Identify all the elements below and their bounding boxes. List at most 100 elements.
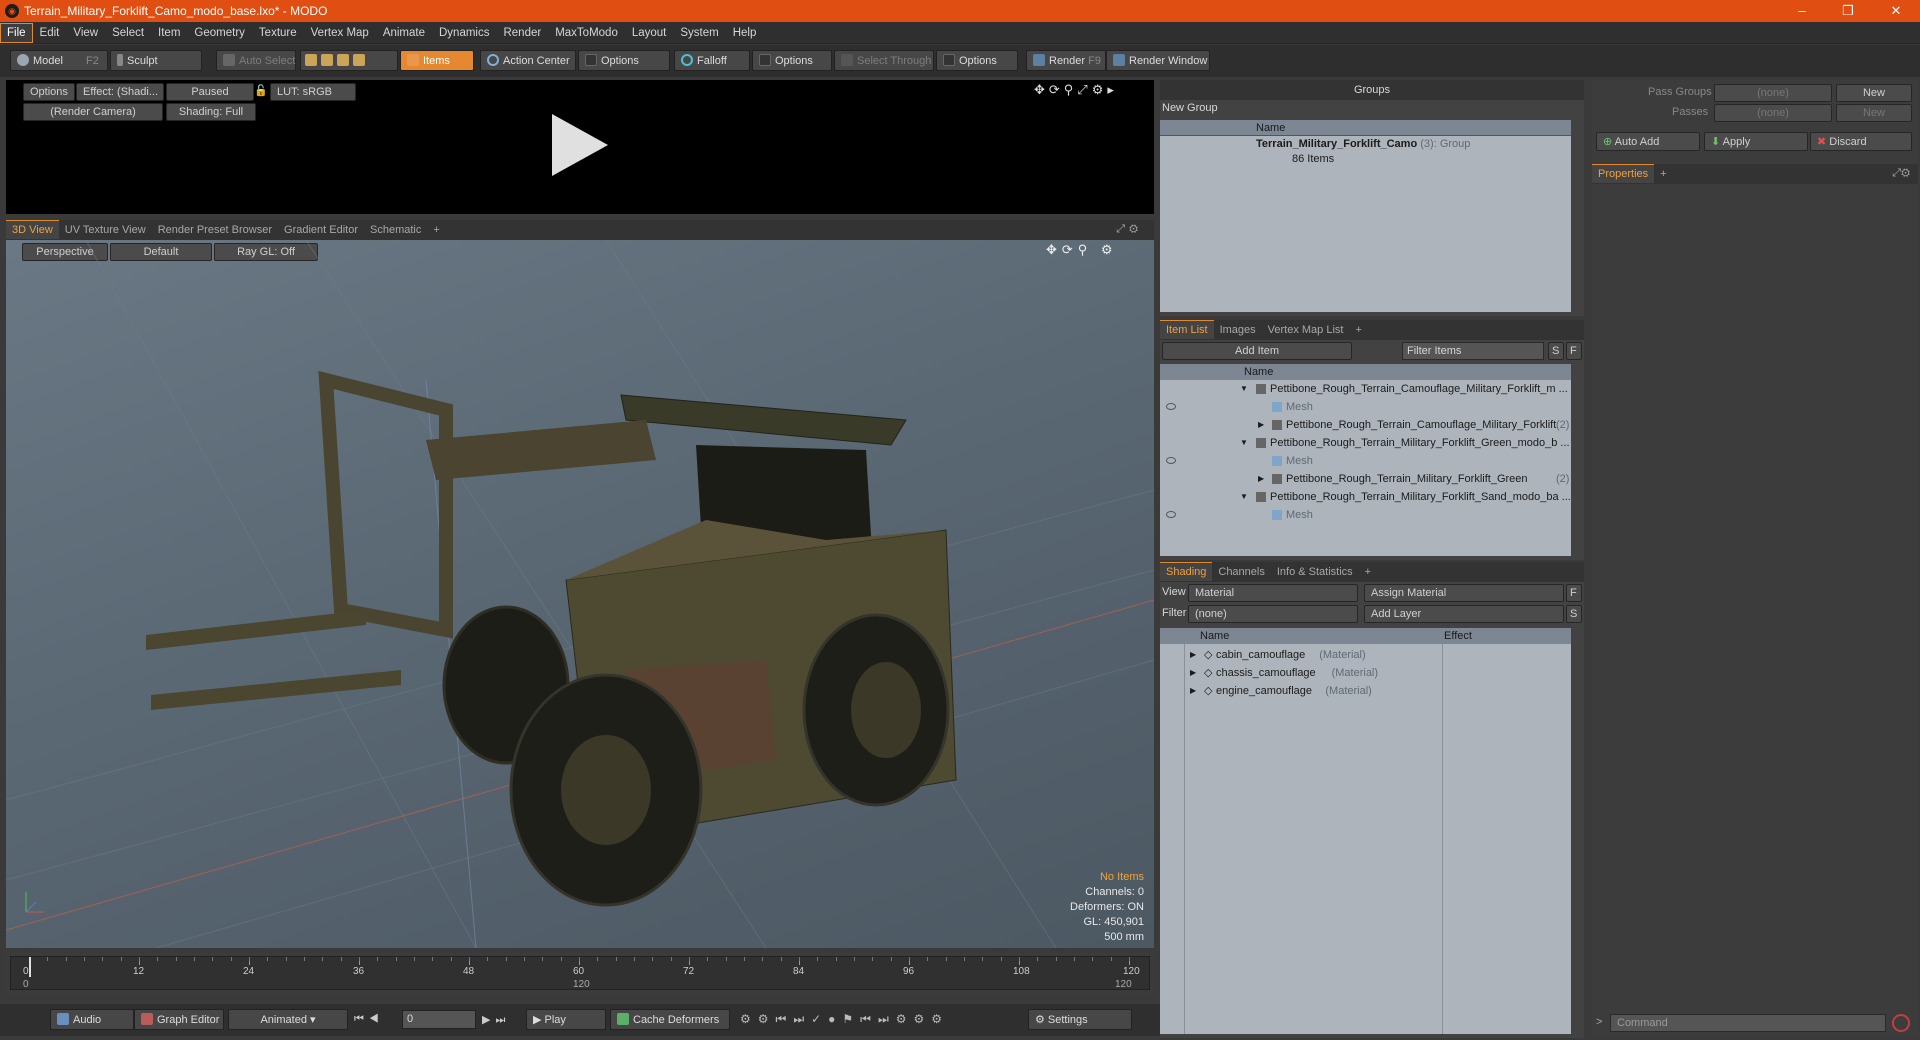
render-camera-dropdown[interactable]: (Render Camera) (23, 103, 163, 121)
menu-file[interactable]: File (0, 23, 33, 43)
visibility-eye-icon[interactable] (1166, 457, 1176, 464)
list-item[interactable]: Mesh (1160, 452, 1571, 470)
expand-arrow-icon[interactable]: ▶ (1190, 664, 1196, 682)
add-item-dropdown[interactable]: Add Item (1162, 342, 1352, 360)
item-tab-0[interactable]: Item List (1160, 320, 1214, 339)
animated-dropdown[interactable]: Animated ▾ (228, 1009, 348, 1030)
preview-options-button[interactable]: Options (23, 83, 75, 101)
select-through-options-button[interactable]: Options (936, 50, 1018, 71)
preview-nav-icons[interactable]: ✥⟳⚲⤢⚙▸ (1034, 82, 1118, 98)
tab-properties[interactable]: Properties (1592, 164, 1655, 183)
shading-s-button[interactable]: S (1566, 605, 1582, 623)
item-list-f-button[interactable]: F (1566, 342, 1582, 360)
falloff-button[interactable]: Falloff (674, 50, 750, 71)
select-through-button[interactable]: Select Through (834, 50, 934, 71)
expand-arrow-icon[interactable]: ▶ (1190, 682, 1196, 700)
timeline[interactable]: 0 12 24 36 48 60 72 84 96 108 120 0 120 120 (6, 952, 1154, 996)
minimize-button[interactable]: – (1780, 0, 1824, 22)
list-item[interactable]: ▼ Pettibone_Rough_Terrain_Military_Forkli… (1160, 434, 1571, 452)
graph-editor-button[interactable]: Graph Editor (134, 1009, 224, 1030)
passes-dropdown[interactable]: (none) (1714, 104, 1832, 122)
shading-tab-0[interactable]: Shading (1160, 562, 1213, 581)
material-row[interactable]: ▶ ◇ engine_camouflage (Material) (1160, 682, 1571, 700)
filter-items-input[interactable]: Filter Items (1402, 342, 1544, 360)
view-dropdown[interactable]: Material (1188, 584, 1358, 602)
tab-3d-view[interactable]: 3D View (6, 220, 59, 239)
tab-[interactable]: + (427, 221, 445, 239)
preview-paused-button[interactable]: Paused (166, 83, 254, 101)
action-center-button[interactable]: Action Center (480, 50, 576, 71)
model-mode-button[interactable]: Model F2 (10, 50, 108, 71)
tab-render-preset-browser[interactable]: Render Preset Browser (152, 221, 278, 239)
visibility-eye-icon[interactable] (1166, 403, 1176, 410)
tab-uv-texture-view[interactable]: UV Texture View (59, 221, 152, 239)
expand-arrow-icon[interactable]: ▼ (1240, 380, 1248, 398)
menu-texture[interactable]: Texture (252, 23, 304, 43)
list-item[interactable]: ▶ Pettibone_Rough_Terrain_Camouflage_Mili… (1160, 416, 1571, 434)
expand-arrow-icon[interactable]: ▼ (1240, 434, 1248, 452)
new-group-button[interactable]: New Group (1160, 102, 1220, 114)
record-icon[interactable] (1892, 1014, 1910, 1032)
playhead[interactable] (29, 957, 31, 977)
shading-f-button[interactable]: F (1566, 584, 1582, 602)
list-item[interactable]: ▶ Pettibone_Rough_Terrain_Military_Forkli… (1160, 470, 1571, 488)
apply-button[interactable]: ⬇ Apply (1704, 132, 1808, 151)
shading-tab-2[interactable]: Info & Statistics (1271, 563, 1359, 581)
menu-layout[interactable]: Layout (625, 23, 674, 43)
pass-groups-dropdown[interactable]: (none) (1714, 84, 1832, 102)
menu-maxtomodo[interactable]: MaxToModo (548, 23, 625, 43)
3d-viewport[interactable]: Perspective Default Ray GL: Off ✥⟳⚲ ⚙ No… (6, 240, 1154, 948)
list-item[interactable]: ▼ Pettibone_Rough_Terrain_Military_Forkli… (1160, 488, 1571, 506)
menu-item[interactable]: Item (151, 23, 187, 43)
menu-edit[interactable]: Edit (33, 23, 67, 43)
group-row[interactable]: Terrain_Military_Forklift_Camo (3): Grou… (1256, 138, 1470, 150)
expand-arrow-icon[interactable]: ▶ (1258, 470, 1264, 488)
auto-select-button[interactable]: Auto Select (216, 50, 296, 71)
render-button[interactable]: Render F9 (1026, 50, 1106, 71)
audio-button[interactable]: Audio (50, 1009, 134, 1030)
tab-schematic[interactable]: Schematic (364, 221, 427, 239)
play-button[interactable]: ▶ Play (526, 1009, 606, 1030)
falloff-options-button[interactable]: Options (752, 50, 832, 71)
menu-vertex-map[interactable]: Vertex Map (304, 23, 376, 43)
sculpt-mode-button[interactable]: Sculpt (110, 50, 202, 71)
add-tab-button[interactable]: + (1654, 165, 1672, 183)
visibility-eye-icon[interactable] (1166, 511, 1176, 518)
auto-add-button[interactable]: ⊕ Auto Add (1596, 132, 1700, 151)
properties-expand-icon[interactable]: ⤢⚙ (1892, 167, 1910, 180)
discard-button[interactable]: ✖ Discard (1810, 132, 1912, 151)
menu-geometry[interactable]: Geometry (187, 23, 252, 43)
selection-mode-group[interactable] (300, 50, 398, 71)
expand-arrow-icon[interactable]: ▼ (1240, 488, 1248, 506)
item-list-s-button[interactable]: S (1548, 342, 1564, 360)
lut-dropdown[interactable]: LUT: sRGB (270, 83, 356, 101)
expand-arrow-icon[interactable]: ▶ (1258, 416, 1264, 434)
transport-forward-icons[interactable]: ▶⏭ (482, 1013, 510, 1027)
list-item[interactable]: Mesh (1160, 506, 1571, 524)
close-button[interactable]: ✕ (1874, 0, 1918, 22)
menu-help[interactable]: Help (726, 23, 764, 43)
lock-icon[interactable]: 🔓 (254, 84, 268, 97)
filter-dropdown[interactable]: (none) (1188, 605, 1358, 623)
item-tab-3[interactable]: + (1349, 321, 1367, 339)
play-preview-icon[interactable] (544, 110, 614, 180)
frame-input[interactable]: 0 (402, 1010, 476, 1029)
new-pass-group-button[interactable]: New (1836, 84, 1912, 102)
item-tab-1[interactable]: Images (1214, 321, 1262, 339)
menu-animate[interactable]: Animate (376, 23, 432, 43)
render-window-button[interactable]: Render Window (1106, 50, 1210, 71)
cache-deformers-button[interactable]: Cache Deformers (610, 1009, 730, 1030)
menu-dynamics[interactable]: Dynamics (432, 23, 496, 43)
key-tool-icons[interactable]: ⚙⚙⏮⏭✓●⚑⏮⏭⚙⚙⚙ (740, 1012, 949, 1027)
menu-view[interactable]: View (66, 23, 105, 43)
menu-select[interactable]: Select (105, 23, 151, 43)
shading-tab-3[interactable]: + (1359, 563, 1377, 581)
expand-arrow-icon[interactable]: ▶ (1190, 646, 1196, 664)
restore-button[interactable]: ❐ (1826, 0, 1870, 22)
shading-tab-1[interactable]: Channels (1212, 563, 1270, 581)
transport-rewind-icons[interactable]: ⏮◀ (354, 1013, 384, 1026)
shading-dropdown[interactable]: Shading: Full (166, 103, 256, 121)
list-item[interactable]: Mesh (1160, 398, 1571, 416)
command-input[interactable]: Command (1610, 1014, 1886, 1032)
add-layer-dropdown[interactable]: Add Layer (1364, 605, 1564, 623)
